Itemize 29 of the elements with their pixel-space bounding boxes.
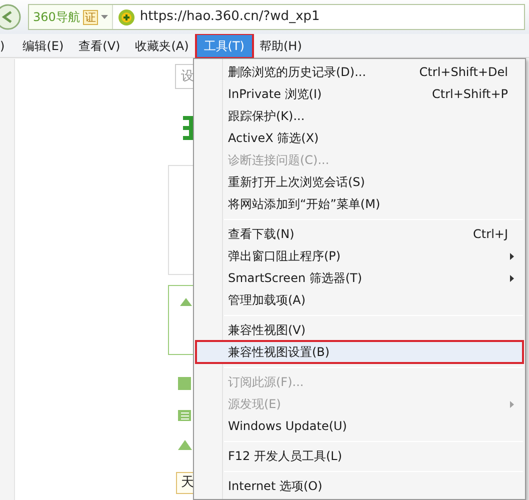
menu-item[interactable]: 查看下载(N) Ctrl+J xyxy=(196,223,523,245)
shortcut-text: Ctrl+J xyxy=(473,226,508,243)
menu-item[interactable]: 跟踪保护(K)... xyxy=(196,105,523,127)
menu-bar-item[interactable]: ) xyxy=(0,34,15,56)
menu-item[interactable]: SmartScreen 筛选器(T) xyxy=(196,267,523,289)
list-icon xyxy=(178,410,191,421)
url-text[interactable]: https://hao.360.cn/?wd_xp1 xyxy=(140,7,320,27)
menu-item[interactable]: 管理加载项(A) xyxy=(196,289,523,311)
menu-bar-item[interactable]: 查看(V) xyxy=(72,34,128,56)
dropdown-caret-icon[interactable] xyxy=(100,14,108,20)
menu-bar-item[interactable]: 帮助(H) xyxy=(252,34,309,56)
menu-item[interactable]: 重新打开上次浏览会话(S) xyxy=(196,171,523,193)
site-logo-icon xyxy=(118,8,135,26)
menu-item[interactable]: 兼容性视图(V) xyxy=(196,319,523,341)
logo-fragment-icon xyxy=(183,116,193,140)
shortcut-text: Ctrl+Shift+Del xyxy=(419,64,508,81)
menu-bar-item[interactable]: 编辑(E) xyxy=(16,34,71,56)
menu-bar-item[interactable]: 收藏夹(A) xyxy=(128,34,196,56)
certificate-badge: 证 xyxy=(82,10,98,24)
menu-item[interactable]: 兼容性视图设置(B) xyxy=(196,341,523,363)
menu-item[interactable]: 弹出窗口阻止程序(P) xyxy=(196,245,523,267)
menu-item[interactable]: ActiveX 筛选(X) xyxy=(196,127,523,149)
menu-item[interactable]: Windows Update(U) xyxy=(196,415,523,437)
shortcut-text: Ctrl+Shift+P xyxy=(432,86,508,103)
back-icon[interactable] xyxy=(0,3,22,31)
mountain-icon xyxy=(178,438,192,450)
menu-item[interactable]: F12 开发人员工具(L) xyxy=(196,445,523,467)
site-label: 360导航 xyxy=(33,9,80,26)
menu-item[interactable]: 将网站添加到“开始”菜单(M) xyxy=(196,193,523,215)
